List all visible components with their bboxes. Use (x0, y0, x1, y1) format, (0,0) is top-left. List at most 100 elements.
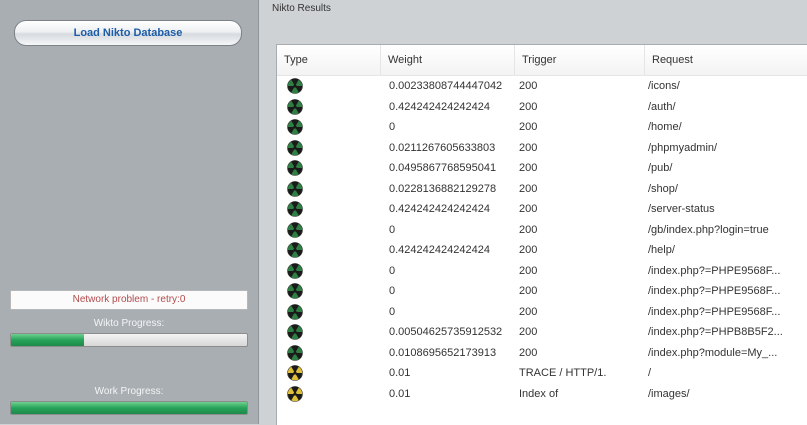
request-cell: /index.php?=PHPE9568F... (648, 305, 781, 318)
green-radiation-icon (287, 201, 381, 218)
request-cell: /server-status (648, 203, 715, 216)
request-cell: /gb/index.php?login=true (648, 223, 769, 236)
trigger-cell: 200 (519, 203, 538, 216)
trigger-cell: TRACE / HTTP/1. (519, 367, 607, 380)
wikto-window: Load Nikto Database Network problem - re… (0, 0, 807, 425)
weight-cell: 0.00504625735912532 (389, 326, 503, 339)
column-weight[interactable]: Weight (381, 45, 515, 75)
green-radiation-icon (287, 139, 381, 156)
trigger-cell: 200 (519, 326, 538, 339)
trigger-cell: 200 (519, 121, 538, 134)
trigger-cell: 200 (519, 264, 538, 277)
trigger-cell: 200 (519, 141, 538, 154)
work-progress-label: Work Progress: (94, 386, 164, 397)
request-cell: /index.php?=PHPE9568F... (648, 285, 781, 298)
load-nikto-database-button[interactable]: Load Nikto Database (14, 20, 242, 46)
trigger-cell: 200 (519, 305, 538, 318)
green-radiation-icon (287, 180, 381, 197)
type-cell (277, 221, 381, 238)
green-radiation-icon (287, 283, 381, 300)
weight-cell: 0.0495867768595041 (389, 162, 497, 175)
work-progress-fill (11, 402, 247, 414)
type-cell (277, 283, 381, 300)
weight-cell: 0.424242424242424 (389, 244, 490, 257)
weight-cell: 0.0108695652173913 (389, 346, 497, 359)
weight-cell: 0 (389, 264, 396, 277)
table-row[interactable]: 0.424242424242424 200/auth/ (277, 97, 807, 118)
green-radiation-icon (287, 344, 381, 361)
table-row[interactable]: 0 200/index.php?=PHPE9568F... (277, 261, 807, 282)
green-radiation-icon (287, 119, 381, 136)
table-row[interactable]: 0 200/index.php?=PHPE9568F... (277, 302, 807, 323)
green-radiation-icon (287, 221, 381, 238)
request-cell: /index.php?=PHPB8B5F2... (648, 326, 783, 339)
green-radiation-icon (287, 160, 381, 177)
request-cell: /images/ (648, 387, 690, 400)
results-title: Nikto Results (272, 3, 331, 14)
table-row[interactable]: 0.01 TRACE / HTTP/1. / (277, 363, 807, 384)
weight-cell: 0 (389, 223, 396, 236)
request-cell: /index.php?=PHPE9568F... (648, 264, 781, 277)
green-radiation-icon (287, 324, 381, 341)
table-row[interactable]: 0.0108695652173913 200/index.php?module=M… (277, 343, 807, 364)
type-cell (277, 98, 381, 115)
wikto-progress-fill (11, 334, 85, 346)
results-table[interactable]: Type Weight Trigger Request 0.0023380874… (276, 44, 807, 425)
type-cell (277, 180, 381, 197)
request-cell: / (648, 367, 652, 380)
table-row[interactable]: 0 200/index.php?=PHPE9568F... (277, 281, 807, 302)
wikto-progress-bar (10, 333, 248, 347)
table-row[interactable]: 0.0211267605633803 200/phpmyadmin/ (277, 138, 807, 159)
network-status: Network problem - retry:0 (10, 290, 248, 310)
green-radiation-icon (287, 303, 381, 320)
table-row[interactable]: 0.0495867768595041 200/pub/ (277, 158, 807, 179)
type-cell (277, 262, 381, 279)
green-radiation-icon (287, 262, 381, 279)
weight-cell: 0.0211267605633803 (389, 141, 496, 154)
table-row[interactable]: 0.424242424242424 200/help/ (277, 240, 807, 261)
column-trigger[interactable]: Trigger (515, 45, 645, 75)
request-cell: /index.php?module=My_... (648, 346, 778, 359)
trigger-cell: 200 (519, 80, 538, 93)
column-request[interactable]: Request (645, 45, 807, 75)
weight-cell: 0.424242424242424 (389, 203, 490, 216)
trigger-cell: 200 (519, 100, 538, 113)
type-cell (277, 242, 381, 259)
results-panel: Nikto Results Type Weight Trigger Reques… (272, 0, 807, 425)
type-cell (277, 344, 381, 361)
weight-cell: 0.424242424242424 (389, 100, 490, 113)
trigger-cell: 200 (519, 182, 538, 195)
trigger-cell: 200 (519, 244, 538, 257)
request-cell: /icons/ (648, 80, 680, 93)
weight-cell: 0.01 (389, 367, 411, 380)
green-radiation-icon (287, 78, 381, 95)
green-radiation-icon (287, 242, 381, 259)
request-cell: /auth/ (648, 100, 676, 113)
request-cell: /shop/ (648, 182, 678, 195)
table-body: 0.00233808744447042 200/icons/0.424242424… (277, 76, 807, 404)
request-cell: /pub/ (648, 162, 673, 175)
type-cell (277, 78, 381, 95)
table-row[interactable]: 0.01 Index of/images/ (277, 384, 807, 405)
type-cell (277, 303, 381, 320)
table-row[interactable]: 0 200/gb/index.php?login=true (277, 220, 807, 241)
table-row[interactable]: 0 200/home/ (277, 117, 807, 138)
trigger-cell: 200 (519, 285, 538, 298)
table-row[interactable]: 0.0228136882129278 200/shop/ (277, 179, 807, 200)
trigger-cell: 200 (519, 223, 538, 236)
trigger-cell: Index of (519, 387, 559, 400)
table-row[interactable]: 0.00233808744447042 200/icons/ (277, 76, 807, 97)
column-type[interactable]: Type (277, 45, 381, 75)
trigger-cell: 200 (519, 346, 538, 359)
type-cell (277, 160, 381, 177)
request-cell: /help/ (648, 244, 675, 257)
wikto-progress-label: Wikto Progress: (93, 318, 165, 329)
request-cell: /home/ (648, 121, 682, 134)
work-progress-bar (10, 401, 248, 415)
left-panel: Load Nikto Database Network problem - re… (0, 0, 259, 424)
weight-cell: 0.01 (389, 387, 411, 400)
table-row[interactable]: 0.00504625735912532 200/index.php?=PHPB8B… (277, 322, 807, 343)
type-cell (277, 324, 381, 341)
weight-cell: 0 (389, 121, 396, 134)
table-row[interactable]: 0.424242424242424 200/server-status (277, 199, 807, 220)
